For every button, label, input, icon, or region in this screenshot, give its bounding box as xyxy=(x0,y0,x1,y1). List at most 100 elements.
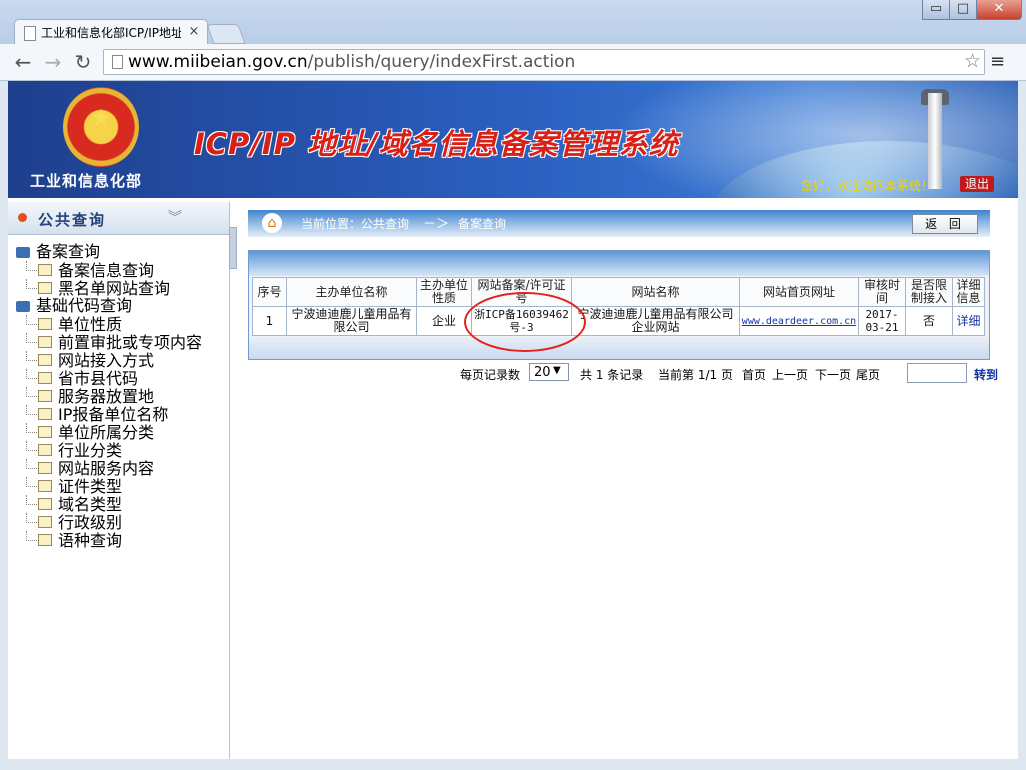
current-page: 当前第 1/1 页 xyxy=(658,368,733,382)
new-tab-button[interactable] xyxy=(206,24,246,44)
home-icon[interactable]: ⌂ xyxy=(262,213,282,233)
tree-item[interactable]: 行政级别 xyxy=(26,513,122,532)
maximize-button[interactable]: □ xyxy=(949,0,977,20)
logout-button[interactable]: 退出 xyxy=(960,176,994,192)
column-header: 网站名称 xyxy=(571,277,740,307)
bookmark-star-icon[interactable]: ☆ xyxy=(964,50,981,73)
sidebar: 公共查询 ︾ 备案查询 备案信息查询 黑名单网站查询 基础代码查询 单位性质 前… xyxy=(8,202,230,759)
address-bar[interactable]: www.miibeian.gov.cn/publish/query/indexF… xyxy=(103,49,985,75)
tree-item-label: 证件类型 xyxy=(58,477,123,496)
breadcrumb: ⌂ 当前位置：公共查询 －＞ 备案查询 xyxy=(248,210,990,237)
page-icon xyxy=(38,372,52,384)
tree-line xyxy=(26,459,37,469)
tree-line xyxy=(26,513,37,523)
ministry-name: 工业和信息化部 xyxy=(30,172,143,190)
tree-item[interactable]: 单位性质 xyxy=(26,315,122,334)
tree-item-label: IP报备单位名称 xyxy=(58,405,169,424)
tree-group-basic-code-query[interactable]: 基础代码查询 xyxy=(16,297,132,315)
first-page-link[interactable]: 首页 xyxy=(742,366,766,383)
reload-icon[interactable]: ↻ xyxy=(72,51,94,73)
tree-group-filing-query[interactable]: 备案查询 xyxy=(16,243,100,261)
page-icon xyxy=(38,408,52,420)
column-header: 是否限制接入 xyxy=(905,277,953,307)
tree-line xyxy=(26,333,37,343)
tree-item[interactable]: IP报备单位名称 xyxy=(26,405,168,424)
column-header: 网站首页网址 xyxy=(739,277,859,307)
page: ★ 工业和信息化部 ICP/IP 地址/域名信息备案管理系统 您好，欢迎访问本系… xyxy=(8,81,1018,759)
cell-detail: 详细 xyxy=(952,306,985,336)
cell-url: www.deardeer.com.cn xyxy=(739,306,859,336)
total-records: 共 1 条记录 xyxy=(580,368,644,382)
highlight-annotation-circle xyxy=(464,292,586,352)
breadcrumb-arrow: －＞ xyxy=(423,217,450,232)
tree-item[interactable]: 备案信息查询 xyxy=(26,261,154,280)
tree-line xyxy=(26,531,37,541)
dropdown-arrow-icon[interactable]: ▼ xyxy=(553,365,561,376)
page-icon xyxy=(24,26,36,41)
close-window-button[interactable]: ✕ xyxy=(976,0,1022,20)
per-page-label: 每页记录数 xyxy=(460,368,521,382)
last-page-link[interactable]: 尾页 xyxy=(856,366,880,383)
site-url-link[interactable]: www.deardeer.com.cn xyxy=(742,316,856,327)
system-title: ICP/IP 地址/域名信息备案管理系统 xyxy=(194,127,679,161)
window-bottom-edge xyxy=(8,759,1018,770)
sidebar-title: 公共查询 xyxy=(38,211,107,229)
browser-tab[interactable]: 工业和信息化部ICP/IP地址 × xyxy=(14,19,208,46)
page-icon xyxy=(38,264,52,276)
tree-item-label: 省市县代码 xyxy=(58,369,139,388)
result-panel-header xyxy=(249,251,989,276)
result-panel-footer xyxy=(249,337,989,359)
back-arrow-icon[interactable]: ← xyxy=(12,51,34,73)
detail-link[interactable]: 详细 xyxy=(956,314,980,328)
tab-title: 工业和信息化部ICP/IP地址 xyxy=(41,26,181,40)
minimize-button[interactable]: ▭ xyxy=(922,0,950,20)
tree-line xyxy=(26,261,37,271)
table-header-row: 序号 主办单位名称 主办单位性质 网站备案/许可证号 网站名称 网站首页网址 审… xyxy=(252,277,985,307)
prev-page-link[interactable]: 上一页 xyxy=(772,366,808,383)
tree-item[interactable]: 行业分类 xyxy=(26,441,122,460)
table-row: 1 宁波迪迪鹿儿童用品有限公司 企业 浙ICP备16039462号-3 宁波迪迪… xyxy=(252,306,985,336)
tree-item[interactable]: 省市县代码 xyxy=(26,369,138,388)
cell-restricted: 否 xyxy=(905,306,953,336)
tree-item[interactable]: 证件类型 xyxy=(26,477,122,496)
collapse-chevron-icon[interactable]: ︾ xyxy=(168,207,182,227)
tree-item[interactable]: 网站服务内容 xyxy=(26,459,154,478)
tree-item-label: 网站服务内容 xyxy=(58,459,155,478)
header-banner: ★ 工业和信息化部 ICP/IP 地址/域名信息备案管理系统 您好，欢迎访问本系… xyxy=(8,81,1018,198)
tree-line xyxy=(26,495,37,505)
page-size-select[interactable]: 20 xyxy=(529,363,569,381)
tree-line xyxy=(26,423,37,433)
goto-page-link[interactable]: 转到 xyxy=(974,366,998,383)
tab-close-icon[interactable]: × xyxy=(187,24,201,40)
return-button[interactable]: 返 回 xyxy=(912,214,978,234)
tree-line xyxy=(26,441,37,451)
next-page-link[interactable]: 下一页 xyxy=(815,366,851,383)
tree-line xyxy=(26,279,37,289)
tree-item[interactable]: 前置审批或专项内容 xyxy=(26,333,202,352)
cell-index: 1 xyxy=(252,306,287,336)
forward-arrow-icon[interactable]: → xyxy=(42,51,64,73)
tree-item[interactable]: 域名类型 xyxy=(26,495,122,514)
sidebar-splitter[interactable] xyxy=(229,227,237,269)
tree-item[interactable]: 网站接入方式 xyxy=(26,351,154,370)
menu-icon[interactable]: ≡ xyxy=(990,53,1006,71)
goto-page-input[interactable] xyxy=(907,363,967,383)
tree-item[interactable]: 单位所属分类 xyxy=(26,423,154,442)
tree-item-label: 行业分类 xyxy=(58,441,123,460)
national-emblem-icon: ★ xyxy=(63,87,139,167)
column-header: 序号 xyxy=(252,277,287,307)
tree-item-label: 服务器放置地 xyxy=(58,387,155,406)
page-icon xyxy=(38,444,52,456)
tree-line xyxy=(26,405,37,415)
tree-item[interactable]: 语种查询 xyxy=(26,531,122,550)
tree-line xyxy=(26,351,37,361)
url-host: www.miibeian.gov.cn xyxy=(128,52,308,72)
url-text[interactable]: www.miibeian.gov.cn/publish/query/indexF… xyxy=(128,52,575,72)
tree-group-label: 基础代码查询 xyxy=(36,296,133,315)
folder-icon xyxy=(16,247,30,258)
tree-line xyxy=(26,387,37,397)
tree-item-label: 单位所属分类 xyxy=(58,423,155,442)
tree-item[interactable]: 服务器放置地 xyxy=(26,387,154,406)
page-icon xyxy=(38,354,52,366)
sidebar-header: 公共查询 ︾ xyxy=(8,202,229,235)
